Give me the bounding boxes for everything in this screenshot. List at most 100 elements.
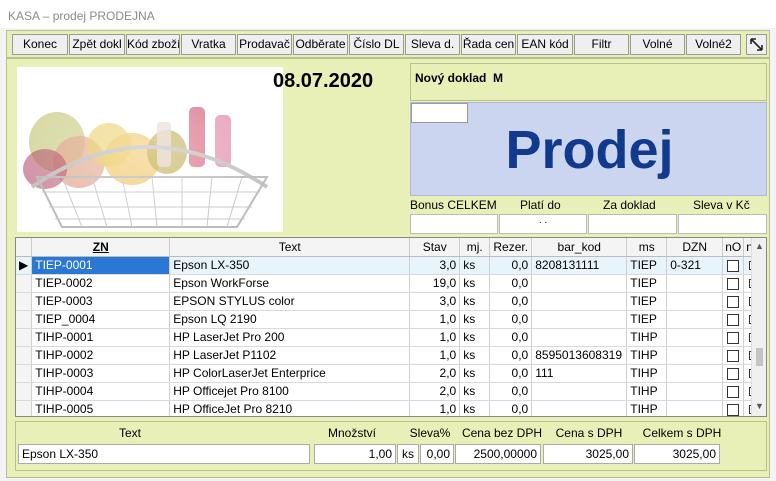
table-row[interactable]: ▶ TIEP-0001 Epson LX-350 3,0 ks 0,0 8208131111… [16,256,764,275]
zpet-dokl-button[interactable]: Zpět dokl [69,34,125,55]
plati-do-field[interactable]: . . [499,214,587,234]
cell-zn[interactable]: TIEP-0001 [31,256,171,275]
maximize-icon[interactable] [746,34,767,55]
cena-s-dph-field[interactable]: 3025,00 [543,444,633,464]
cell-rezer[interactable]: 0,0 [489,328,533,347]
cell-dzn[interactable] [666,310,724,329]
cell-ms[interactable]: TIHP [626,400,668,416]
col-rezer[interactable]: Rezer. [489,238,533,257]
cell-dzn[interactable] [666,364,724,383]
cell-bar-kod[interactable] [531,400,628,416]
sleva-d-button[interactable]: Sleva d. [405,34,460,55]
cell-rezer[interactable]: 0,0 [489,364,533,383]
cell-bar-kod[interactable] [531,274,628,293]
scroll-up-icon[interactable]: ▲ [755,241,764,251]
ean-kod-button[interactable]: EAN kód [517,34,573,55]
no-checkbox[interactable] [727,259,740,272]
cell-bar-kod[interactable] [531,328,628,347]
cell-text[interactable]: Epson WorkForse [169,274,411,293]
table-row[interactable]: TIHP-0001 HP LaserJet Pro 200 1,0 ks 0,0 TIHP [16,328,764,347]
cell-zn[interactable]: TIHP-0002 [31,346,171,365]
cell-text[interactable]: Epson LQ 2190 [169,310,411,329]
cell-text[interactable]: HP OfficeJet Pro 8210 [169,400,411,416]
cell-zn[interactable]: TIHP-0003 [31,364,171,383]
cell-rezer[interactable]: 0,0 [489,400,533,416]
konec-button[interactable]: Konec [12,34,68,55]
no-checkbox[interactable] [727,295,740,308]
col-mj[interactable]: mj. [459,238,491,257]
volne-button[interactable]: Volné [630,34,685,55]
cell-bar-kod[interactable]: 111 [531,364,628,383]
prodavac-button[interactable]: Prodavač [237,34,292,55]
cell-ms[interactable]: TIHP [626,328,668,347]
za-doklad-field[interactable] [588,214,677,234]
celkem-s-dph-field[interactable]: 3025,00 [634,444,720,464]
mnozstvi-field[interactable]: 1,00 [314,444,396,464]
cell-ms[interactable]: TIHP [626,346,668,365]
cell-mj[interactable]: ks [459,400,491,416]
no-checkbox[interactable] [727,331,740,344]
cell-ms[interactable]: TIHP [626,364,668,383]
table-row[interactable]: TIHP-0002 HP LaserJet P1102 1,0 ks 0,0 859501… [16,346,764,365]
rada-cen-button[interactable]: Řada cen [461,34,516,55]
cell-zn[interactable]: TIEP-0002 [31,274,171,293]
item-text-field[interactable]: Epson LX-350 [18,444,310,464]
vratka-button[interactable]: Vratka [181,34,236,55]
cell-ms[interactable]: TIEP [626,292,668,311]
cell-stav[interactable]: 19,0 [409,274,461,293]
cell-ms[interactable]: TIEP [626,274,668,293]
cell-stav[interactable]: 1,0 [409,328,461,347]
cell-rezer[interactable]: 0,0 [489,382,533,401]
cell-bar-kod[interactable] [531,382,628,401]
cell-text[interactable]: HP LaserJet Pro 200 [169,328,411,347]
cell-dzn[interactable]: 0-321 [666,256,724,275]
no-checkbox[interactable] [727,385,740,398]
cell-text[interactable]: HP ColorLaserJet Enterprice [169,364,411,383]
volne2-button[interactable]: Volné2 [686,34,741,55]
cell-dzn[interactable] [666,400,724,416]
cell-ms[interactable]: TIEP [626,310,668,329]
cell-stav[interactable]: 2,0 [409,382,461,401]
cell-bar-kod[interactable]: 8208131111 [531,256,628,275]
cell-rezer[interactable]: 0,0 [489,346,533,365]
cell-dzn[interactable] [666,382,724,401]
cell-zn[interactable]: TIHP-0005 [31,400,171,416]
cell-ms[interactable]: TIEP [626,256,668,275]
col-ms[interactable]: ms [626,238,668,257]
cell-rezer[interactable]: 0,0 [489,256,533,275]
table-row[interactable]: TIEP-0003 EPSON STYLUS color 3,0 ks 0,0 TIEP [16,292,764,311]
cena-bez-dph-field[interactable]: 2500,00000 [455,444,541,464]
table-row[interactable]: TIHP-0004 HP Officejet Pro 8100 2,0 ks 0,0 TI… [16,382,764,401]
cell-bar-kod[interactable] [531,292,628,311]
cell-mj[interactable]: ks [459,310,491,329]
table-row[interactable]: TIEP-0002 Epson WorkForse 19,0 ks 0,0 TIEP [16,274,764,293]
filtr-button[interactable]: Filtr [574,34,629,55]
cell-ms[interactable]: TIHP [626,382,668,401]
bonus-celkem-field[interactable] [410,214,498,234]
cell-bar-kod[interactable] [531,310,628,329]
cell-stav[interactable]: 1,0 [409,310,461,329]
col-zn[interactable]: ZN [31,238,171,257]
table-row[interactable]: TIHP-0003 HP ColorLaserJet Enterprice 2,0 k… [16,364,764,383]
cell-stav[interactable]: 1,0 [409,346,461,365]
cell-zn[interactable]: TIHP-0001 [31,328,171,347]
items-grid[interactable]: ZN Text Stav mj. Rezer. bar_kod ms DZN n… [15,237,767,417]
odberatel-button[interactable]: Odběrate [293,34,348,55]
cell-zn[interactable]: TIEP-0003 [31,292,171,311]
cell-rezer[interactable]: 0,0 [489,310,533,329]
cell-mj[interactable]: ks [459,346,491,365]
cell-mj[interactable]: ks [459,256,491,275]
cell-stav[interactable]: 2,0 [409,364,461,383]
no-checkbox[interactable] [727,313,740,326]
cell-text[interactable]: EPSON STYLUS color [169,292,411,311]
cell-dzn[interactable] [666,274,724,293]
scroll-thumb[interactable] [756,348,763,366]
cell-mj[interactable]: ks [459,328,491,347]
cell-text[interactable]: Epson LX-350 [169,256,411,275]
sleva-v-kc-field[interactable] [678,214,767,234]
scroll-down-icon[interactable]: ▼ [755,401,764,411]
col-dzn[interactable]: DZN [666,238,724,257]
cell-stav[interactable]: 3,0 [409,256,461,275]
cell-mj[interactable]: ks [459,274,491,293]
cislo-dl-button[interactable]: Číslo DL [349,34,404,55]
